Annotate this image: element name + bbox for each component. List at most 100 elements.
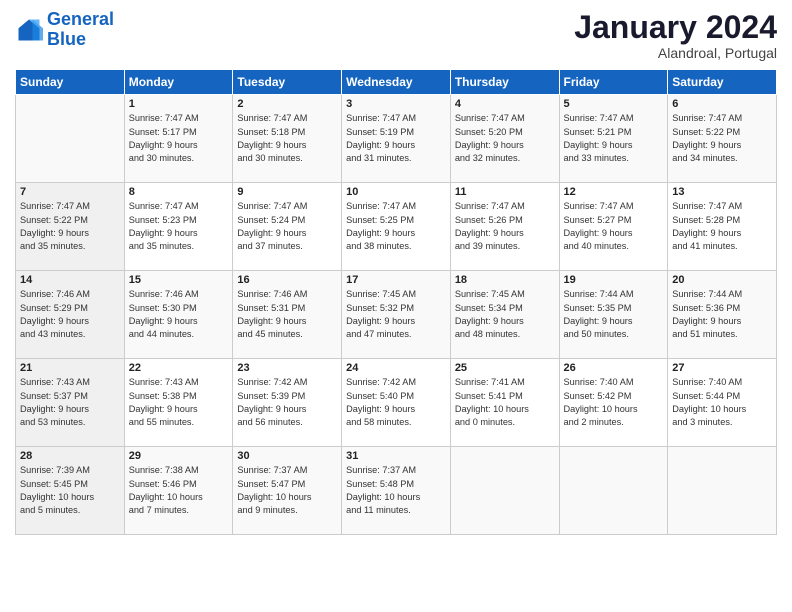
day-info: Sunrise: 7:46 AMSunset: 5:29 PMDaylight:…	[20, 288, 120, 341]
day-info: Sunrise: 7:41 AMSunset: 5:41 PMDaylight:…	[455, 376, 555, 429]
weekday-header-saturday: Saturday	[668, 70, 777, 95]
day-number: 21	[20, 362, 120, 374]
day-number: 28	[20, 450, 120, 462]
day-info: Sunrise: 7:45 AMSunset: 5:32 PMDaylight:…	[346, 288, 446, 341]
calendar-cell: 25 Sunrise: 7:41 AMSunset: 5:41 PMDayligh…	[450, 359, 559, 447]
calendar-week-2: 7 Sunrise: 7:47 AMSunset: 5:22 PMDaylight…	[16, 183, 777, 271]
weekday-header-thursday: Thursday	[450, 70, 559, 95]
calendar-cell: 14 Sunrise: 7:46 AMSunset: 5:29 PMDayligh…	[16, 271, 125, 359]
day-info: Sunrise: 7:43 AMSunset: 5:37 PMDaylight:…	[20, 376, 120, 429]
day-info: Sunrise: 7:40 AMSunset: 5:44 PMDaylight:…	[672, 376, 772, 429]
day-info: Sunrise: 7:37 AMSunset: 5:47 PMDaylight:…	[237, 464, 337, 517]
day-info: Sunrise: 7:47 AMSunset: 5:18 PMDaylight:…	[237, 112, 337, 165]
calendar-cell: 20 Sunrise: 7:44 AMSunset: 5:36 PMDayligh…	[668, 271, 777, 359]
day-number: 13	[672, 186, 772, 198]
calendar-cell: 9Sunrise: 7:47 AMSunset: 5:24 PMDaylight…	[233, 183, 342, 271]
weekday-header-friday: Friday	[559, 70, 668, 95]
calendar-cell: 5Sunrise: 7:47 AMSunset: 5:21 PMDaylight…	[559, 95, 668, 183]
calendar-cell: 7 Sunrise: 7:47 AMSunset: 5:22 PMDaylight…	[16, 183, 125, 271]
day-info: Sunrise: 7:44 AMSunset: 5:35 PMDaylight:…	[564, 288, 664, 341]
day-info: Sunrise: 7:42 AMSunset: 5:40 PMDaylight:…	[346, 376, 446, 429]
day-number: 3	[346, 98, 446, 110]
calendar-cell: 16 Sunrise: 7:46 AMSunset: 5:31 PMDayligh…	[233, 271, 342, 359]
logo: General Blue	[15, 10, 114, 50]
calendar-week-1: 1 Sunrise: 7:47 AMSunset: 5:17 PMDaylight…	[16, 95, 777, 183]
calendar-cell	[668, 447, 777, 535]
day-info: Sunrise: 7:47 AMSunset: 5:26 PMDaylight:…	[455, 200, 555, 253]
day-number: 8	[129, 186, 229, 198]
day-number: 17	[346, 274, 446, 286]
weekday-header-monday: Monday	[124, 70, 233, 95]
day-number: 20	[672, 274, 772, 286]
calendar-cell: 19 Sunrise: 7:44 AMSunset: 5:35 PMDayligh…	[559, 271, 668, 359]
day-info: Sunrise: 7:45 AMSunset: 5:34 PMDaylight:…	[455, 288, 555, 341]
day-number: 16	[237, 274, 337, 286]
day-number: 29	[129, 450, 229, 462]
calendar-cell: 26Sunrise: 7:40 AMSunset: 5:42 PMDayligh…	[559, 359, 668, 447]
day-number: 14	[20, 274, 120, 286]
calendar-cell: 1 Sunrise: 7:47 AMSunset: 5:17 PMDaylight…	[124, 95, 233, 183]
calendar-cell: 15 Sunrise: 7:46 AMSunset: 5:30 PMDayligh…	[124, 271, 233, 359]
calendar-cell: 30 Sunrise: 7:37 AMSunset: 5:47 PMDayligh…	[233, 447, 342, 535]
day-info: Sunrise: 7:47 AMSunset: 5:27 PMDaylight:…	[564, 200, 664, 253]
calendar-cell: 17 Sunrise: 7:45 AMSunset: 5:32 PMDayligh…	[342, 271, 451, 359]
day-number: 18	[455, 274, 555, 286]
title-block: January 2024 Alandroal, Portugal	[574, 10, 777, 61]
header: General Blue January 2024 Alandroal, Por…	[15, 10, 777, 61]
calendar-cell: 22Sunrise: 7:43 AMSunset: 5:38 PMDayligh…	[124, 359, 233, 447]
day-number: 19	[564, 274, 664, 286]
day-info: Sunrise: 7:39 AMSunset: 5:45 PMDaylight:…	[20, 464, 120, 517]
day-number: 10	[346, 186, 446, 198]
weekday-header-tuesday: Tuesday	[233, 70, 342, 95]
day-number: 2	[237, 98, 337, 110]
calendar-cell: 2 Sunrise: 7:47 AMSunset: 5:18 PMDaylight…	[233, 95, 342, 183]
calendar-cell: 18 Sunrise: 7:45 AMSunset: 5:34 PMDayligh…	[450, 271, 559, 359]
weekday-header-row: SundayMondayTuesdayWednesdayThursdayFrid…	[16, 70, 777, 95]
day-number: 27	[672, 362, 772, 374]
day-info: Sunrise: 7:47 AMSunset: 5:28 PMDaylight:…	[672, 200, 772, 253]
calendar-cell: 31 Sunrise: 7:37 AMSunset: 5:48 PMDayligh…	[342, 447, 451, 535]
day-info: Sunrise: 7:47 AMSunset: 5:22 PMDaylight:…	[20, 200, 120, 253]
day-number: 15	[129, 274, 229, 286]
day-info: Sunrise: 7:47 AMSunset: 5:17 PMDaylight:…	[129, 112, 229, 165]
day-number: 31	[346, 450, 446, 462]
calendar-cell: 11Sunrise: 7:47 AMSunset: 5:26 PMDayligh…	[450, 183, 559, 271]
day-info: Sunrise: 7:37 AMSunset: 5:48 PMDaylight:…	[346, 464, 446, 517]
day-number: 25	[455, 362, 555, 374]
calendar-week-5: 28 Sunrise: 7:39 AMSunset: 5:45 PMDayligh…	[16, 447, 777, 535]
day-info: Sunrise: 7:46 AMSunset: 5:30 PMDaylight:…	[129, 288, 229, 341]
day-info: Sunrise: 7:43 AMSunset: 5:38 PMDaylight:…	[129, 376, 229, 429]
logo-icon	[15, 16, 43, 44]
day-number: 24	[346, 362, 446, 374]
day-number: 4	[455, 98, 555, 110]
calendar-cell: 23Sunrise: 7:42 AMSunset: 5:39 PMDayligh…	[233, 359, 342, 447]
day-info: Sunrise: 7:47 AMSunset: 5:20 PMDaylight:…	[455, 112, 555, 165]
calendar-table: SundayMondayTuesdayWednesdayThursdayFrid…	[15, 69, 777, 535]
day-number: 12	[564, 186, 664, 198]
calendar-cell: 27 Sunrise: 7:40 AMSunset: 5:44 PMDayligh…	[668, 359, 777, 447]
logo-text: General Blue	[47, 10, 114, 50]
weekday-header-wednesday: Wednesday	[342, 70, 451, 95]
calendar-cell: 12 Sunrise: 7:47 AMSunset: 5:27 PMDayligh…	[559, 183, 668, 271]
calendar-cell: 13 Sunrise: 7:47 AMSunset: 5:28 PMDayligh…	[668, 183, 777, 271]
day-number: 1	[129, 98, 229, 110]
calendar-week-3: 14 Sunrise: 7:46 AMSunset: 5:29 PMDayligh…	[16, 271, 777, 359]
logo-blue: Blue	[47, 29, 86, 49]
day-info: Sunrise: 7:44 AMSunset: 5:36 PMDaylight:…	[672, 288, 772, 341]
day-info: Sunrise: 7:46 AMSunset: 5:31 PMDaylight:…	[237, 288, 337, 341]
day-number: 6	[672, 98, 772, 110]
calendar-cell: 24 Sunrise: 7:42 AMSunset: 5:40 PMDayligh…	[342, 359, 451, 447]
day-number: 30	[237, 450, 337, 462]
calendar-cell: 8Sunrise: 7:47 AMSunset: 5:23 PMDaylight…	[124, 183, 233, 271]
calendar-cell	[559, 447, 668, 535]
day-info: Sunrise: 7:47 AMSunset: 5:25 PMDaylight:…	[346, 200, 446, 253]
day-number: 7	[20, 186, 120, 198]
day-info: Sunrise: 7:42 AMSunset: 5:39 PMDaylight:…	[237, 376, 337, 429]
month-title: January 2024	[574, 10, 777, 45]
day-number: 9	[237, 186, 337, 198]
day-number: 26	[564, 362, 664, 374]
day-info: Sunrise: 7:47 AMSunset: 5:22 PMDaylight:…	[672, 112, 772, 165]
calendar-cell: 21 Sunrise: 7:43 AMSunset: 5:37 PMDayligh…	[16, 359, 125, 447]
calendar-cell: 4 Sunrise: 7:47 AMSunset: 5:20 PMDaylight…	[450, 95, 559, 183]
calendar-cell: 3Sunrise: 7:47 AMSunset: 5:19 PMDaylight…	[342, 95, 451, 183]
